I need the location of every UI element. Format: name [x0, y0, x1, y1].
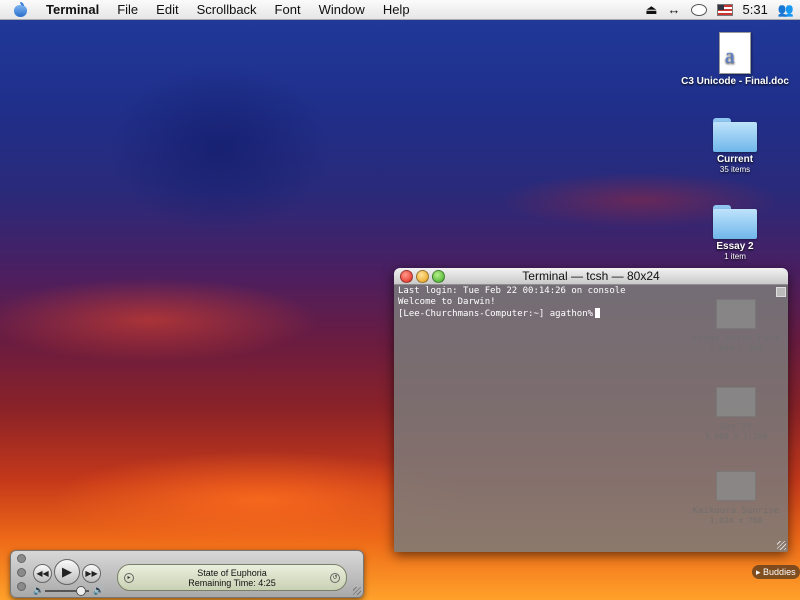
ghost-icon-size: 1,024 x 768 — [709, 516, 763, 525]
volume-high-icon: 🔊 — [93, 585, 105, 595]
previous-track-button[interactable]: ◀◀ — [33, 564, 52, 583]
menu-bar: Terminal File Edit Scrollback Font Windo… — [0, 0, 800, 20]
triangle-right-icon: ▸ — [756, 567, 761, 577]
desktop-icon-label: Current — [716, 154, 754, 165]
folder-icon — [713, 205, 757, 239]
ghost-icon-label: Kaikoura Sunrise — [692, 506, 780, 516]
desktop-icon-count: 1 item — [724, 252, 746, 261]
terminal-body[interactable]: Foggy Horse Farm 1,024 x 768 Sky IV 1,60… — [394, 285, 788, 552]
terminal-titlebar[interactable]: Terminal — tcsh — 80x24 — [394, 268, 788, 285]
desktop-icon-count: 35 items — [719, 165, 751, 174]
folder-icon — [713, 118, 757, 152]
play-icon: ▶ — [62, 564, 72, 579]
terminal-title: Terminal — tcsh — 80x24 — [522, 269, 660, 283]
terminal-prompt: [Lee-Churchmans-Computer:~] agathon% — [398, 309, 594, 319]
ichat-status-icon[interactable] — [690, 3, 707, 16]
menu-clock[interactable]: 5:31 — [743, 2, 768, 17]
text-cursor — [595, 308, 601, 318]
network-arrows-icon[interactable]: ↔ — [668, 2, 681, 17]
menu-app-terminal[interactable]: Terminal — [37, 2, 108, 17]
image-thumbnail-icon — [716, 299, 756, 329]
desktop-icon-essay[interactable]: Essay 2 1 item — [680, 205, 790, 261]
next-track-button[interactable]: ▶▶ — [82, 564, 101, 583]
menu-file[interactable]: File — [108, 2, 147, 17]
track-title: State of Euphoria — [197, 568, 267, 578]
resize-grip-icon[interactable] — [353, 587, 361, 595]
apple-menu-icon[interactable] — [14, 2, 27, 17]
terminal-window[interactable]: Terminal — tcsh — 80x24 Foggy Horse Farm… — [394, 268, 788, 552]
buddies-label: Buddies — [763, 567, 796, 577]
menu-edit[interactable]: Edit — [147, 2, 187, 17]
resize-grip-icon[interactable] — [777, 541, 786, 550]
rewind-icon: ◀◀ — [36, 569, 49, 578]
ghost-icon-size: 1,600 x 1,200 — [704, 432, 768, 441]
volume-knob[interactable] — [76, 586, 87, 596]
terminal-line: Last login: Tue Feb 22 00:14:26 on conso… — [398, 286, 626, 296]
word-document-icon: a — [719, 32, 751, 74]
menu-scrollback[interactable]: Scrollback — [188, 2, 266, 17]
ghost-icon-kaikoura-sunrise: Kaikoura Sunrise 1,024 x 768 — [681, 471, 788, 525]
menu-window[interactable]: Window — [310, 2, 374, 17]
ghost-icon-size: 1,024 x 768 — [709, 344, 763, 353]
desktop-icon-label: C3 Unicode - Final.doc — [681, 76, 789, 87]
menu-font[interactable]: Font — [266, 2, 310, 17]
desktop: Terminal File Edit Scrollback Font Windo… — [0, 0, 800, 600]
play-button[interactable]: ▶ — [54, 559, 80, 585]
terminal-line: Welcome to Darwin! — [398, 297, 496, 307]
menu-extras: ⏏ ↔ 5:31 👥 — [645, 0, 794, 19]
ghost-icon-label: Sky IV — [719, 422, 753, 432]
ghost-icon-label: Foggy Horse Farm — [692, 334, 780, 344]
zoom-dot-icon[interactable] — [17, 582, 26, 591]
buddies-tab[interactable]: ▸ Buddies — [752, 565, 800, 579]
menu-help[interactable]: Help — [374, 2, 419, 17]
zoom-button[interactable] — [432, 270, 445, 283]
scroll-split-icon[interactable] — [776, 287, 786, 297]
fast-user-switch-icon[interactable]: 👥 — [778, 2, 794, 18]
desktop-icon-label: Essay 2 — [716, 241, 754, 252]
image-thumbnail-icon — [716, 471, 756, 501]
desktop-icon-doc[interactable]: a C3 Unicode - Final.doc — [680, 32, 790, 87]
us-flag-input-menu-icon[interactable] — [716, 3, 733, 16]
ghost-icon-foggy-horse-farm: Foggy Horse Farm 1,024 x 768 — [681, 299, 788, 353]
display-toggle-icon[interactable]: ▸ — [124, 573, 134, 583]
eject-icon[interactable]: ⏏ — [645, 2, 657, 18]
image-thumbnail-icon — [716, 387, 756, 417]
desktop-icon-current[interactable]: Current 35 items — [680, 118, 790, 174]
remaining-time: Remaining Time: 4:25 — [188, 578, 276, 588]
close-dot-icon[interactable] — [17, 554, 26, 563]
terminal-prompt-line[interactable]: [Lee-Churchmans-Computer:~] agathon% — [398, 308, 601, 319]
ghost-icon-sky-iv: Sky IV 1,600 x 1,200 — [681, 387, 788, 441]
minimize-dot-icon[interactable] — [17, 568, 26, 577]
itunes-mini-player[interactable]: ◀◀ ▶ ▶▶ 🔈 🔊 ▸ State of Euphoria Remainin… — [10, 550, 364, 598]
close-button[interactable] — [400, 270, 413, 283]
fast-forward-icon: ▶▶ — [85, 569, 98, 578]
volume-low-icon: 🔈 — [33, 585, 45, 595]
now-playing-display[interactable]: ▸ State of Euphoria Remaining Time: 4:25… — [117, 564, 347, 591]
snapback-icon[interactable]: ↺ — [330, 573, 340, 583]
terminal-scrollbar[interactable] — [776, 285, 788, 552]
minimize-button[interactable] — [416, 270, 429, 283]
